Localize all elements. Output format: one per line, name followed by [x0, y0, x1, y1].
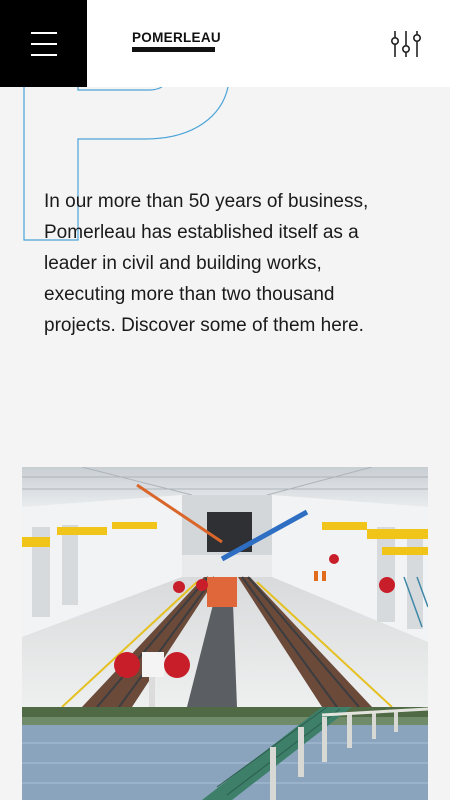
- project-image-bridge[interactable]: [22, 707, 428, 800]
- hamburger-icon: [31, 32, 57, 34]
- project-image-rail-facility[interactable]: [22, 467, 428, 707]
- rail-facility-illustration: [22, 467, 428, 707]
- site-header: POMERLEAU: [0, 0, 450, 87]
- hamburger-icon-line: [31, 54, 57, 56]
- sliders-filter-icon[interactable]: [388, 27, 424, 61]
- logo-underline: [132, 47, 215, 52]
- hamburger-icon-line: [31, 43, 57, 45]
- logo-text: POMERLEAU: [132, 30, 221, 45]
- pomerleau-logo[interactable]: POMERLEAU: [132, 30, 221, 52]
- bridge-illustration: [22, 707, 428, 800]
- menu-button[interactable]: [0, 0, 87, 87]
- intro-paragraph: In our more than 50 years of business, P…: [44, 191, 369, 336]
